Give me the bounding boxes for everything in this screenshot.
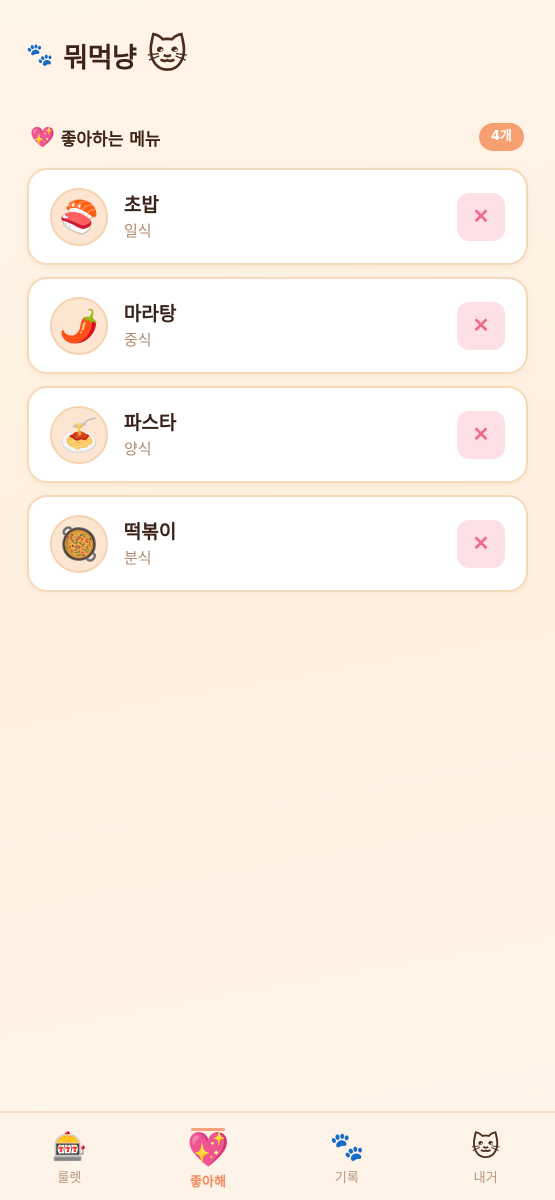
tab-label: 좋아해	[190, 1174, 227, 1190]
chili-pepper-icon: 🌶️	[50, 296, 108, 355]
app-header: 🐾 뭐먹냥 🐱	[26, 30, 188, 80]
tab-label: 기록	[334, 1171, 359, 1186]
menu-name: 마라탕	[124, 302, 177, 325]
menu-category: 일식	[124, 221, 152, 240]
favorite-item[interactable]: 🌶️ 마라탕 중식 ✕	[27, 277, 528, 374]
favorites-section-header: 💖 좋아하는 메뉴 4개	[30, 121, 524, 153]
tab-label: 룰렛	[57, 1171, 82, 1186]
favorite-item[interactable]: 🍣 초밥 일식 ✕	[27, 168, 528, 265]
remove-button[interactable]: ✕	[457, 519, 505, 568]
tab-label: 내거	[473, 1171, 498, 1186]
paella-pan-icon: 🥘	[50, 514, 108, 573]
close-icon: ✕	[472, 206, 490, 228]
menu-name: 파스타	[124, 411, 177, 434]
count-badge: 4개	[478, 123, 524, 151]
bottom-tab-bar: 🎰 룰렛 💖 좋아해 🐾 기록 🐱 내거	[0, 1111, 555, 1200]
menu-name: 초밥	[124, 193, 159, 216]
menu-category: 분식	[124, 548, 152, 567]
favorite-item[interactable]: 🥘 떡볶이 분식 ✕	[27, 495, 528, 592]
slot-machine-icon: 🎰	[51, 1130, 87, 1163]
sushi-icon: 🍣	[50, 187, 108, 246]
favorite-item[interactable]: 🍝 파스타 양식 ✕	[27, 386, 528, 483]
tab-roulette[interactable]: 🎰 룰렛	[0, 1113, 139, 1200]
cat-icon: 🐱	[146, 32, 189, 78]
remove-button[interactable]: ✕	[457, 192, 505, 241]
tab-my[interactable]: 🐱 내거	[416, 1113, 555, 1200]
tab-favorites[interactable]: 💖 좋아해	[139, 1113, 278, 1200]
section-title: 좋아하는 메뉴	[60, 129, 161, 150]
paw-icon: 🐾	[26, 42, 54, 68]
spaghetti-icon: 🍝	[50, 405, 108, 464]
favorites-list: 🍣 초밥 일식 ✕ 🌶️ 마라탕 중식 ✕ 🍝 파스타 양식 ✕ 🥘 떡볶이 분…	[27, 168, 528, 604]
menu-category: 양식	[124, 439, 152, 458]
menu-category: 중식	[124, 330, 152, 349]
cat-icon: 🐱	[471, 1130, 501, 1163]
remove-button[interactable]: ✕	[457, 410, 505, 459]
heart-icon: 💖	[30, 125, 55, 149]
close-icon: ✕	[472, 315, 490, 337]
heart-icon: 💖	[186, 1129, 230, 1170]
close-icon: ✕	[472, 533, 490, 555]
menu-name: 떡볶이	[124, 520, 177, 543]
close-icon: ✕	[472, 424, 490, 446]
remove-button[interactable]: ✕	[457, 301, 505, 350]
app-title: 뭐먹냥	[63, 42, 137, 74]
tab-history[interactable]: 🐾 기록	[278, 1113, 417, 1200]
paw-icon: 🐾	[329, 1130, 365, 1163]
